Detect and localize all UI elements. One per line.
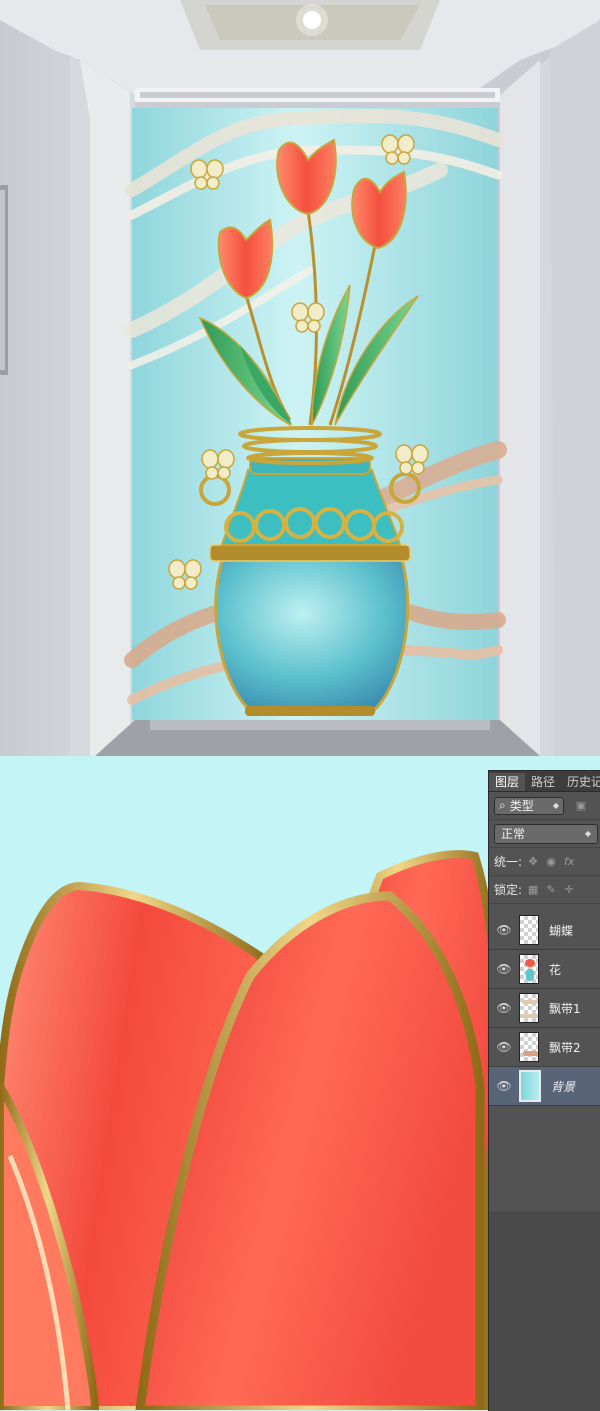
lock-label: 锁定: bbox=[494, 883, 523, 897]
layer-name: 飘带1 bbox=[549, 1001, 581, 1016]
lock-move-icon[interactable]: ✛ bbox=[562, 883, 576, 896]
lock-row: 锁定: ▦ ✎ ✛ bbox=[489, 876, 600, 904]
unify-label: 统一: bbox=[494, 855, 523, 869]
layer-thumbnail bbox=[519, 993, 539, 1023]
layer-ribbon-2[interactable]: 👁 飘带2 bbox=[489, 1028, 600, 1067]
layer-name: 蝴蝶 bbox=[549, 923, 574, 938]
layer-ribbon-1[interactable]: 👁 飘带1 bbox=[489, 989, 600, 1028]
layer-filter-select[interactable]: ⌕ 类型 ◆ bbox=[494, 796, 564, 815]
layer-thumbnail bbox=[519, 1032, 539, 1062]
unify-row: 统一: ✥ ◉ fx bbox=[489, 848, 600, 876]
eye-icon[interactable]: 👁 bbox=[489, 1001, 519, 1015]
search-icon: ⌕ bbox=[499, 798, 506, 812]
image-filter-icon[interactable]: ▣ bbox=[574, 799, 588, 812]
lock-transparent-icon[interactable]: ▦ bbox=[526, 883, 540, 896]
layer-background[interactable]: 👁 背景 bbox=[489, 1067, 600, 1106]
layer-thumbnail bbox=[519, 915, 539, 945]
layers-panel: 图层 路径 历史记 ⌕ 类型 ◆ ▣ 正常 ◆ 统一: ✥ ◉ fx 锁定: ▦… bbox=[488, 770, 600, 1411]
panel-tabs: 图层 路径 历史记 bbox=[489, 771, 600, 792]
tab-layers[interactable]: 图层 bbox=[489, 773, 526, 791]
blend-row: 正常 ◆ bbox=[489, 820, 600, 848]
blend-mode-select[interactable]: 正常 ◆ bbox=[494, 823, 598, 844]
tab-paths[interactable]: 路径 bbox=[525, 773, 561, 791]
unify-style-icon[interactable]: fx bbox=[562, 855, 576, 868]
unify-position-icon[interactable]: ✥ bbox=[526, 855, 540, 868]
lock-paint-icon[interactable]: ✎ bbox=[544, 883, 558, 896]
filter-label: 类型 bbox=[509, 799, 534, 813]
layer-thumbnail bbox=[519, 1070, 541, 1102]
blend-mode-value: 正常 bbox=[501, 827, 526, 841]
eye-icon[interactable]: 👁 bbox=[489, 1079, 519, 1093]
eye-icon[interactable]: 👁 bbox=[489, 923, 519, 937]
layer-name: 背景 bbox=[551, 1079, 576, 1094]
layer-name: 飘带2 bbox=[549, 1040, 581, 1055]
unify-visibility-icon[interactable]: ◉ bbox=[544, 855, 558, 868]
layer-flower[interactable]: 👁 花 bbox=[489, 950, 600, 989]
room-mockup bbox=[0, 0, 600, 756]
eye-icon[interactable]: 👁 bbox=[489, 1040, 519, 1054]
spinner-icon: ◆ bbox=[552, 801, 559, 810]
layer-list: 👁 蝴蝶 👁 花 👁 飘带1 👁 飘带2 👁 背景 bbox=[489, 911, 600, 1106]
layer-name: 花 bbox=[549, 962, 562, 977]
spinner-icon: ◆ bbox=[584, 829, 591, 838]
panel-empty-area bbox=[489, 1211, 600, 1411]
filter-row: ⌕ 类型 ◆ ▣ bbox=[489, 792, 600, 820]
layer-butterflies[interactable]: 👁 蝴蝶 bbox=[489, 911, 600, 950]
eye-icon[interactable]: 👁 bbox=[489, 962, 519, 976]
layer-thumbnail bbox=[519, 954, 539, 984]
room-scene bbox=[0, 0, 600, 756]
tab-history[interactable]: 历史记 bbox=[561, 773, 600, 791]
